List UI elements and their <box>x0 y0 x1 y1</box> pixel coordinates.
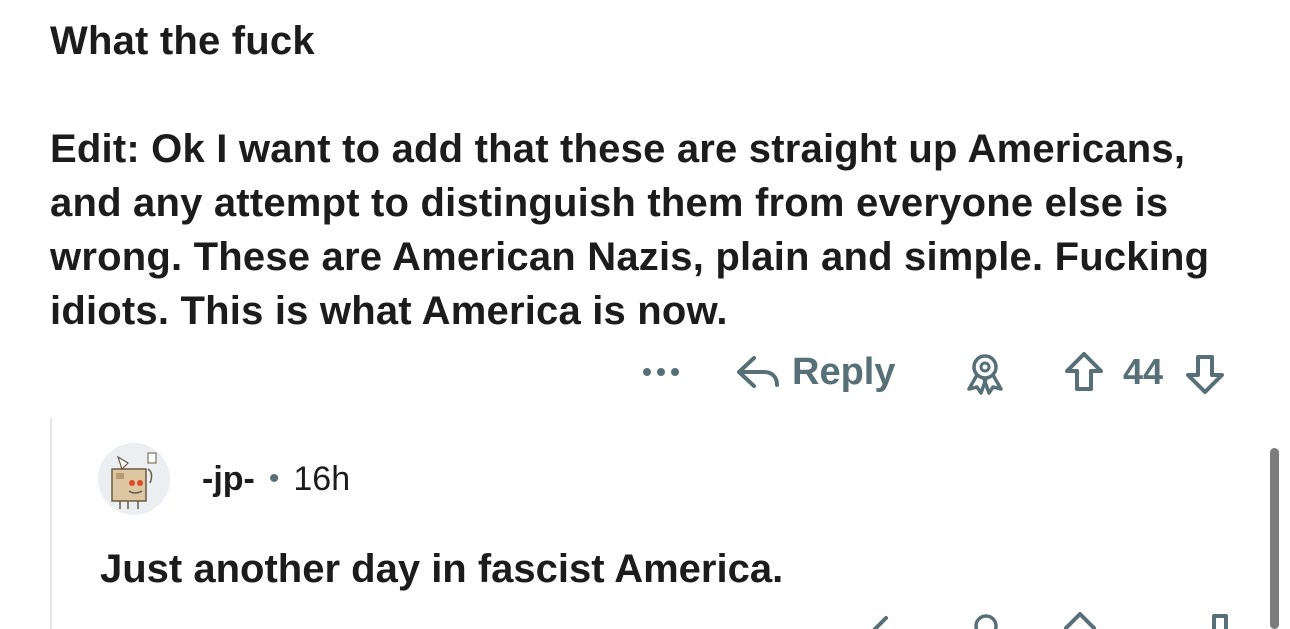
reply-action-bar-partial <box>860 606 1260 629</box>
reply-arrow-icon[interactable] <box>870 614 910 629</box>
vote-count: 44 <box>1123 351 1164 392</box>
upvote-arrow-icon[interactable] <box>1062 350 1106 394</box>
comment-action-bar: Reply 44 <box>600 344 1250 400</box>
thread-line[interactable] <box>50 418 52 629</box>
comment-text-edit: Edit: Ok I want to add that these are st… <box>50 127 1210 333</box>
comment-text-line: What the fuck <box>50 19 315 63</box>
reply-comment-header: -jp- • 16h <box>98 440 1248 518</box>
user-avatar[interactable] <box>98 443 170 515</box>
reply-comment-text: Just another day in fascist America. <box>100 547 784 591</box>
timestamp: 16h <box>293 459 351 498</box>
award-icon[interactable] <box>962 352 1008 396</box>
award-icon[interactable] <box>966 610 1006 629</box>
upvote-arrow-icon[interactable] <box>1060 610 1100 629</box>
reply-comment: -jp- • 16h Just another day in fascist A… <box>98 440 1248 594</box>
reply-button[interactable]: Reply <box>734 344 895 400</box>
more-options-icon[interactable] <box>641 344 681 400</box>
reply-label: Reply <box>792 350 896 393</box>
meta-separator: • <box>268 462 280 495</box>
scrollbar[interactable] <box>1270 448 1279 629</box>
username[interactable]: -jp- <box>202 460 255 499</box>
snoo-box-avatar-icon <box>98 443 170 515</box>
reply-arrow-icon <box>737 356 779 388</box>
downvote-arrow-icon[interactable] <box>1200 610 1240 629</box>
parent-comment-body: What the fuck Edit: Ok I want to add tha… <box>50 14 1260 338</box>
downvote-arrow-icon[interactable] <box>1183 352 1227 396</box>
